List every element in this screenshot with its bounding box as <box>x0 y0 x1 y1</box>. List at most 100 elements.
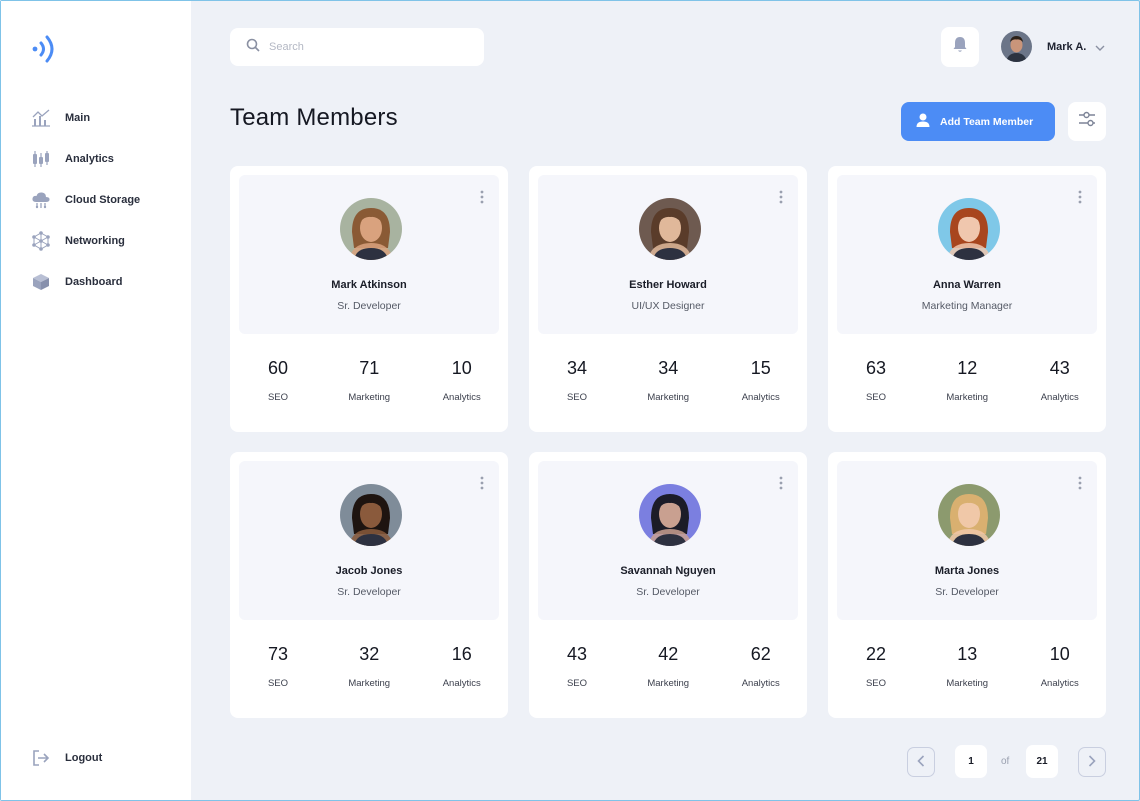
filter-button[interactable] <box>1068 102 1106 141</box>
sidebar-item-label: Analytics <box>65 153 114 165</box>
stat-seo: 73 SEO <box>233 644 323 689</box>
more-options-icon[interactable] <box>1075 475 1085 491</box>
stat-marketing: 42 Marketing <box>622 644 715 689</box>
stat-value: 71 <box>359 358 380 378</box>
sidebar-item-analytics[interactable]: Analytics <box>31 147 140 171</box>
more-options-icon[interactable] <box>776 475 786 491</box>
chevron-right-icon <box>1088 754 1096 770</box>
page-title: Team Members <box>230 104 398 131</box>
more-options-icon[interactable] <box>477 189 487 205</box>
cube-icon <box>31 272 51 292</box>
member-profile: Marta Jones Sr. Developer <box>837 461 1097 620</box>
member-profile: Anna Warren Marketing Manager <box>837 175 1097 334</box>
sidebar-item-main[interactable]: Main <box>31 106 140 130</box>
member-card[interactable]: Esther Howard UI/UX Designer 34 SEO 34 M… <box>529 166 807 432</box>
member-stats: 22 SEO 13 Marketing 10 Analytics <box>828 644 1106 689</box>
member-stats: 43 SEO 42 Marketing 62 Analytics <box>529 644 807 689</box>
member-name: Anna Warren <box>932 279 1002 291</box>
more-options-icon[interactable] <box>776 189 786 205</box>
stat-seo: 22 SEO <box>831 644 921 689</box>
search-input[interactable] <box>269 41 469 53</box>
stat-analytics: 62 Analytics <box>714 644 807 689</box>
stat-value: 42 <box>658 644 679 664</box>
member-profile: Savannah Nguyen Sr. Developer <box>538 461 798 620</box>
stat-marketing: 71 Marketing <box>323 358 416 403</box>
stat-label: Marketing <box>647 392 690 403</box>
member-card[interactable]: Anna Warren Marketing Manager 63 SEO 12 … <box>828 166 1106 432</box>
sidebar-item-cloud-storage[interactable]: Cloud Storage <box>31 188 140 212</box>
member-role: Sr. Developer <box>337 300 401 312</box>
stat-label: SEO <box>566 678 587 689</box>
sidebar-item-label: Main <box>65 112 91 124</box>
member-stats: 73 SEO 32 Marketing 16 Analytics <box>230 644 508 689</box>
member-role: Marketing Manager <box>921 300 1013 312</box>
member-card[interactable]: Jacob Jones Sr. Developer 73 SEO 32 Mark… <box>230 452 508 718</box>
user-name: Mark A. <box>1047 40 1087 53</box>
stat-value: 22 <box>865 644 886 664</box>
stat-value: 73 <box>267 644 288 664</box>
search-bar[interactable] <box>230 28 484 66</box>
add-team-member-label: Add Team Member <box>940 115 1034 128</box>
chevron-left-icon <box>917 754 925 770</box>
current-page-input[interactable]: 1 <box>955 745 987 778</box>
stat-value: 12 <box>957 358 978 378</box>
avatar <box>639 198 701 260</box>
chart-line-icon <box>31 108 51 128</box>
member-role: Sr. Developer <box>636 586 700 598</box>
add-team-member-button[interactable]: Add Team Member <box>901 102 1055 141</box>
stat-label: Analytics <box>1040 678 1079 689</box>
search-icon <box>246 38 260 57</box>
chevron-down-icon <box>1095 38 1105 56</box>
stat-value: 34 <box>566 358 587 378</box>
stat-label: SEO <box>865 678 886 689</box>
stat-analytics: 43 Analytics <box>1013 358 1106 403</box>
logo-icon[interactable] <box>31 33 61 65</box>
member-name: Jacob Jones <box>335 565 403 577</box>
sliders-icon <box>1078 111 1096 132</box>
stat-label: Marketing <box>946 678 989 689</box>
sidebar-item-label: Dashboard <box>65 276 123 288</box>
avatar <box>1001 31 1032 62</box>
stat-marketing: 12 Marketing <box>921 358 1014 403</box>
stat-marketing: 13 Marketing <box>921 644 1014 689</box>
stat-label: Analytics <box>442 392 481 403</box>
logout-button[interactable]: Logout <box>31 748 102 768</box>
stat-value: 43 <box>566 644 587 664</box>
total-pages: 21 <box>1026 745 1058 778</box>
stat-analytics: 10 Analytics <box>1013 644 1106 689</box>
sidebar-nav: Main Analytics Cloud Storage Networking … <box>31 106 140 311</box>
member-card[interactable]: Savannah Nguyen Sr. Developer 43 SEO 42 … <box>529 452 807 718</box>
stat-seo: 60 SEO <box>233 358 323 403</box>
sidebar: Main Analytics Cloud Storage Networking … <box>1 1 191 800</box>
stat-label: SEO <box>267 678 288 689</box>
stat-value: 60 <box>267 358 288 378</box>
member-name: Marta Jones <box>934 565 1000 577</box>
previous-page-button[interactable] <box>907 747 935 777</box>
stat-analytics: 16 Analytics <box>415 644 508 689</box>
sidebar-item-networking[interactable]: Networking <box>31 229 140 253</box>
member-stats: 60 SEO 71 Marketing 10 Analytics <box>230 358 508 403</box>
stat-label: Marketing <box>946 392 989 403</box>
stat-analytics: 15 Analytics <box>714 358 807 403</box>
user-menu[interactable]: Mark A. <box>1001 31 1105 62</box>
more-options-icon[interactable] <box>477 475 487 491</box>
member-name: Esther Howard <box>629 279 707 291</box>
stat-label: Analytics <box>442 678 481 689</box>
member-role: UI/UX Designer <box>631 300 705 312</box>
member-stats: 63 SEO 12 Marketing 43 Analytics <box>828 358 1106 403</box>
sidebar-item-label: Networking <box>65 235 125 247</box>
notifications-button[interactable] <box>941 27 979 67</box>
member-card[interactable]: Mark Atkinson Sr. Developer 60 SEO 71 Ma… <box>230 166 508 432</box>
stat-value: 62 <box>750 644 771 664</box>
more-options-icon[interactable] <box>1075 189 1085 205</box>
member-role: Sr. Developer <box>337 586 401 598</box>
member-stats: 34 SEO 34 Marketing 15 Analytics <box>529 358 807 403</box>
member-profile: Jacob Jones Sr. Developer <box>239 461 499 620</box>
stat-value: 13 <box>957 644 978 664</box>
bell-icon <box>952 36 968 58</box>
member-card[interactable]: Marta Jones Sr. Developer 22 SEO 13 Mark… <box>828 452 1106 718</box>
stat-seo: 63 SEO <box>831 358 921 403</box>
next-page-button[interactable] <box>1078 747 1106 777</box>
sidebar-item-dashboard[interactable]: Dashboard <box>31 270 140 294</box>
avatar <box>938 198 1000 260</box>
